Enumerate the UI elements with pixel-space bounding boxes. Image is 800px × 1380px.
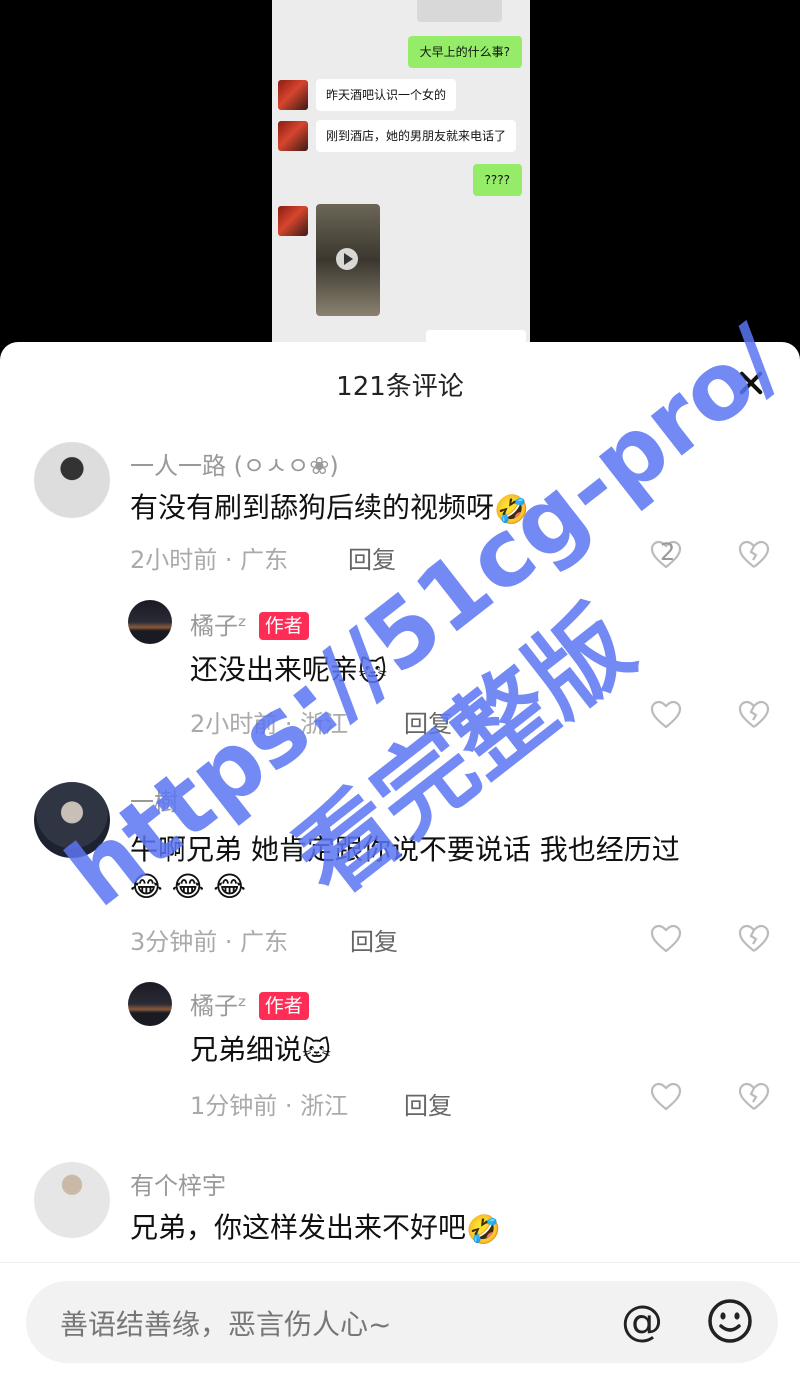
crying-laughing-emoji: 😂 😂 😂 xyxy=(130,870,246,903)
chat-video-thumbnail xyxy=(316,204,380,316)
comment-input-bar: 善语结善缘，恶言伤人心~ @ xyxy=(0,1262,800,1380)
chat-avatar xyxy=(278,80,308,110)
chat-bubble-outgoing: 大早上的什么事? xyxy=(407,36,522,68)
close-icon[interactable] xyxy=(736,368,766,398)
heart-icon[interactable] xyxy=(650,700,682,730)
comment-text: 有没有刷到舔狗后续的视频呀🤣 xyxy=(130,486,529,526)
reply-username[interactable]: 橘子ᶻ 作者 xyxy=(190,986,309,1021)
avatar[interactable] xyxy=(128,600,172,644)
reply-text-content: 兄弟细说 xyxy=(190,1033,303,1066)
reply-username-text: 橘子ᶻ xyxy=(190,612,247,640)
broken-heart-icon[interactable] xyxy=(738,700,770,730)
chat-bubble-incoming: 昨天酒吧认识一个女的 xyxy=(316,79,457,111)
chat-image xyxy=(417,0,502,22)
comment-text-content: 有没有刷到舔狗后续的视频呀 xyxy=(130,491,495,524)
chat-avatar xyxy=(278,121,308,151)
chat-avatar xyxy=(278,206,308,236)
comment-time-location: 2小时前 · 广东 xyxy=(130,546,289,574)
reply-button[interactable]: 回复 xyxy=(404,1086,452,1121)
reply-text: 兄弟细说🐱 xyxy=(190,1028,331,1068)
comment-input-placeholder: 善语结善缘，恶言伤人心~ xyxy=(60,1308,392,1341)
comments-sheet: 121条评论 一人一路 (ㅇㅅㅇ❀) 有没有刷到舔狗后续的视频呀🤣 2小时前 ·… xyxy=(0,342,800,1380)
reply-button[interactable]: 回复 xyxy=(348,540,396,575)
heart-icon[interactable] xyxy=(650,1082,682,1112)
chat-bubble-outgoing: ???? xyxy=(472,164,522,196)
video-background[interactable]: 大早上的什么事? 昨天酒吧认识一个女的 刚到酒店，她的男朋友就来电话了 ???? xyxy=(0,0,800,345)
reply-button[interactable]: 回复 xyxy=(350,922,398,957)
reply-username[interactable]: 橘子ᶻ 作者 xyxy=(190,606,309,641)
avatar[interactable] xyxy=(34,1162,110,1238)
reply-button[interactable]: 回复 xyxy=(404,704,452,739)
reply-time-location: 1分钟前 · 浙江 xyxy=(190,1092,349,1120)
avatar[interactable] xyxy=(34,782,110,858)
chat-bubble-incoming: 刚到酒店，她的男朋友就来电话了 xyxy=(316,120,517,152)
comment-username[interactable]: 一樹 xyxy=(130,782,178,817)
author-badge: 作者 xyxy=(258,612,309,640)
cat-emoji: 🐱 xyxy=(358,655,388,688)
comment-text: 兄弟，你这样发出来不好吧🤣 xyxy=(130,1206,501,1246)
play-icon xyxy=(336,248,358,270)
comment-text: 牛啊兄弟 她肯定跟你说不要说话 我也经历过 xyxy=(130,833,680,866)
reply-time-location: 2小时前 · 浙江 xyxy=(190,710,349,738)
comment-time-location: 3分钟前 · 广东 xyxy=(130,928,289,956)
comments-count-title: 121条评论 xyxy=(336,372,464,402)
chat-screenshot: 大早上的什么事? 昨天酒吧认识一个女的 刚到酒店，她的男朋友就来电话了 ???? xyxy=(272,0,530,345)
comment-username[interactable]: 一人一路 (ㅇㅅㅇ❀) xyxy=(130,446,339,481)
cat-emoji: 🐱 xyxy=(302,1035,332,1068)
broken-heart-icon[interactable] xyxy=(738,540,770,570)
avatar[interactable] xyxy=(128,982,172,1026)
heart-icon[interactable] xyxy=(650,924,682,954)
reply-text-content: 还没出来呢亲 xyxy=(190,653,359,686)
comment-input[interactable]: 善语结善缘，恶言伤人心~ @ xyxy=(26,1281,778,1363)
laughing-emoji: 🤣 xyxy=(494,493,529,526)
reply-username-text: 橘子ᶻ xyxy=(190,992,247,1020)
broken-heart-icon[interactable] xyxy=(738,1082,770,1112)
comment-emojis: 😂 😂 😂 xyxy=(130,868,246,903)
laughing-emoji: 🤣 xyxy=(466,1213,501,1246)
smiley-icon[interactable] xyxy=(706,1297,754,1345)
comment-text-content: 兄弟，你这样发出来不好吧 xyxy=(130,1211,467,1244)
at-icon[interactable]: @ xyxy=(616,1295,668,1347)
avatar[interactable] xyxy=(34,442,110,518)
broken-heart-icon[interactable] xyxy=(738,924,770,954)
author-badge: 作者 xyxy=(258,992,309,1020)
comment-username[interactable]: 有个梓宇 xyxy=(130,1166,226,1201)
like-count: 2 xyxy=(660,538,676,566)
reply-text: 还没出来呢亲🐱 xyxy=(190,648,387,688)
